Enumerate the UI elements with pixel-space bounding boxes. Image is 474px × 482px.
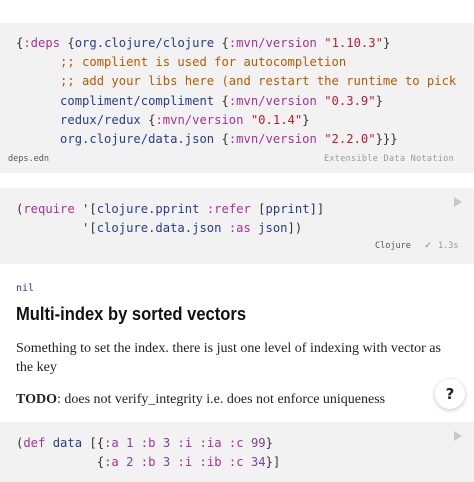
deps-cell[interactable]: {:deps {org.clojure/clojure {:mvn/versio… (0, 23, 474, 173)
todo-paragraph: TODO: does not verify_integrity i.e. doe… (16, 390, 456, 409)
code-line: '[clojure.data.json :as json]) (16, 221, 303, 236)
code-line: (def data [{:a 1 :b 3 :i :ia :c 99} (16, 436, 273, 450)
code-line: (require '[clojure.pprint :refer [pprint… (16, 202, 325, 216)
play-icon[interactable] (454, 431, 462, 441)
code-line: compliment/compliment {:mvn/version "0.3… (60, 93, 383, 108)
def-cell[interactable]: (def data [{:a 1 :b 3 :i :ia :c 99} {:a … (0, 422, 474, 482)
code-line: ;; complient is used for autocompletion (60, 55, 347, 70)
help-button[interactable]: ? (435, 379, 465, 409)
deps-format-label: Extensible Data Notation (323, 154, 454, 164)
todo-text: : does not verify_integrity i.e. does no… (56, 392, 386, 407)
code-line: {:a 2 :b 3 :i :ib :c 34}] (16, 455, 281, 470)
output-nil: nil (16, 283, 35, 294)
check-icon: ✓ (425, 240, 432, 251)
code-line: org.clojure/data.json {:mvn/version "2.2… (60, 132, 398, 146)
code-line: ;; add your libs here (and restart the r… (60, 74, 457, 89)
code-line: redux/redux {:mvn/version "0.1.4"} (60, 112, 310, 127)
code-line: {:deps {org.clojure/clojure {:mvn/versio… (16, 36, 391, 50)
section-heading: Multi-index by sorted vectors (16, 304, 247, 324)
require-cell[interactable]: (require '[clojure.pprint :refer [pprint… (0, 188, 474, 264)
todo-label: TODO (16, 392, 57, 407)
section-paragraph: Something to set the index. there is jus… (16, 341, 441, 375)
language-label: Clojure (375, 241, 411, 251)
deps-filename: deps.edn (8, 154, 49, 164)
duration-label: 1.3s (438, 241, 459, 251)
play-icon[interactable] (454, 197, 462, 207)
